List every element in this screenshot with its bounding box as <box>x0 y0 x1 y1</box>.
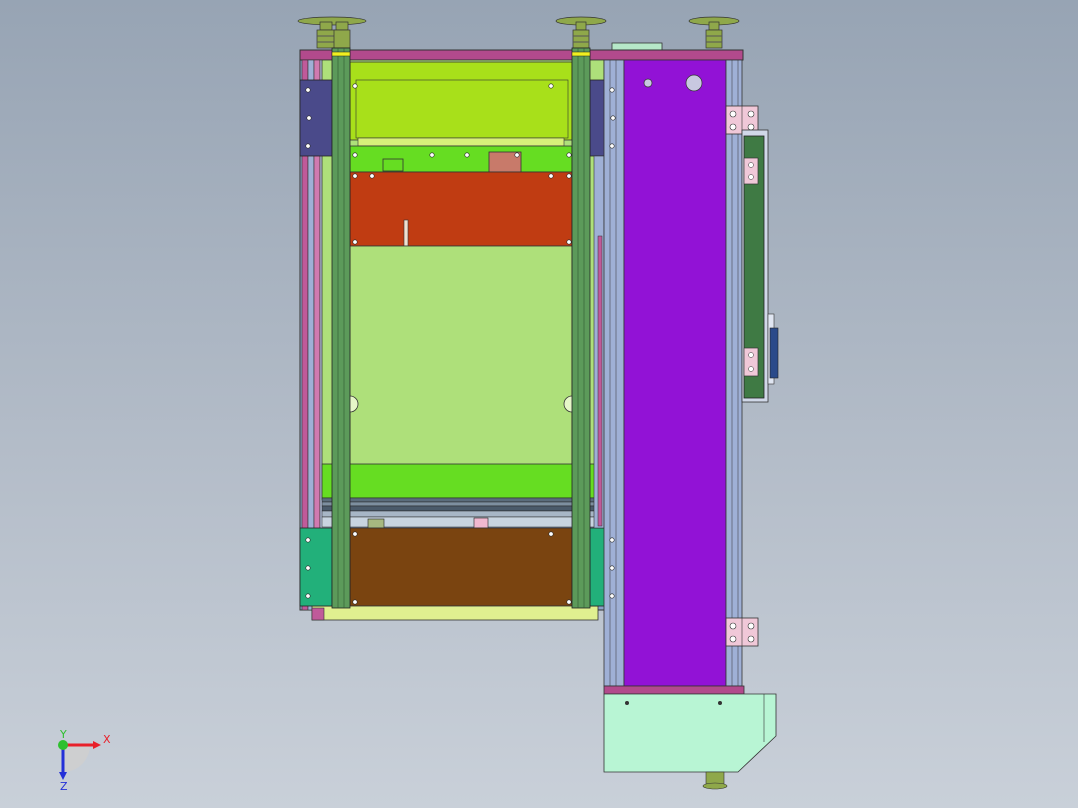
bottom-base-rail <box>311 605 599 621</box>
screw <box>514 152 520 158</box>
z-axis-label: Z <box>60 780 68 793</box>
screw <box>369 173 375 179</box>
top-small-block <box>611 42 663 51</box>
screw <box>548 531 554 537</box>
screw <box>352 173 358 179</box>
right-cabinet-left-rail <box>603 59 625 687</box>
screw <box>548 173 554 179</box>
cad-model-drawing[interactable]: X Y Z <box>0 0 1078 808</box>
orange-cover-panel <box>349 171 573 247</box>
screw <box>464 152 470 158</box>
y-axis-label: Y <box>59 728 67 741</box>
door-hinge-lower <box>725 617 759 647</box>
upper-control-panel <box>349 61 573 141</box>
orange-panel-slot <box>403 219 409 247</box>
screw <box>352 152 358 158</box>
mint-base-box <box>603 693 777 773</box>
right-cabinet-bottom-plate <box>603 685 745 695</box>
triad-quadrant <box>63 745 90 772</box>
purple-cabinet-door <box>623 59 727 687</box>
right-cabinet-right-rail <box>725 59 743 687</box>
y-axis-dot <box>58 740 68 750</box>
side-panel-handle <box>767 313 779 385</box>
screw <box>566 599 572 605</box>
screw <box>352 83 358 89</box>
levelling-foot-left-outer <box>297 16 367 49</box>
screw <box>610 115 616 121</box>
screw <box>305 565 311 571</box>
screw <box>306 115 312 121</box>
screw <box>609 593 615 599</box>
screw <box>352 239 358 245</box>
screw <box>609 565 615 571</box>
upper-panel-lip <box>357 137 565 147</box>
screw <box>305 593 311 599</box>
x-axis-arrowhead <box>93 741 101 749</box>
mint-box-screw-right <box>718 701 722 705</box>
levelling-foot-bottom <box>702 771 728 790</box>
lower-left-bracket <box>299 527 333 607</box>
screw <box>566 152 572 158</box>
screw <box>305 537 311 543</box>
levelling-foot-middle <box>555 16 607 49</box>
levelling-foot-right <box>688 16 740 49</box>
screw <box>305 143 311 149</box>
vertical-column-right <box>571 47 591 609</box>
side-panel-clip-upper <box>743 157 759 185</box>
vertical-column-left <box>331 47 351 609</box>
side-panel-clip-lower <box>743 347 759 377</box>
cable-tray-rails <box>321 497 605 529</box>
levelling-foot-left-inner <box>333 21 351 49</box>
bottom-rail-endcap <box>311 607 325 621</box>
screw <box>429 152 435 158</box>
screw <box>566 173 572 179</box>
cad-viewport[interactable]: X Y Z <box>0 0 1078 808</box>
coordinate-triad[interactable]: X Y Z <box>58 728 111 793</box>
door-lock-hole-large <box>685 74 703 92</box>
top-plate <box>299 49 744 61</box>
screw <box>352 599 358 605</box>
brown-base-panel <box>349 527 573 607</box>
x-axis-label: X <box>103 733 111 746</box>
door-lock-hole-small <box>643 78 653 88</box>
mint-box-screw-left <box>625 701 629 705</box>
upper-left-bracket <box>299 79 333 157</box>
screw <box>609 537 615 543</box>
main-light-green-panel <box>349 245 573 467</box>
screw <box>609 87 615 93</box>
screw <box>566 239 572 245</box>
screw <box>305 87 311 93</box>
screw <box>609 143 615 149</box>
z-axis-arrowhead <box>59 772 67 780</box>
screw <box>548 83 554 89</box>
left-cabinet-right-rail-pink <box>597 235 603 527</box>
bright-green-band <box>321 463 605 499</box>
screw <box>352 531 358 537</box>
